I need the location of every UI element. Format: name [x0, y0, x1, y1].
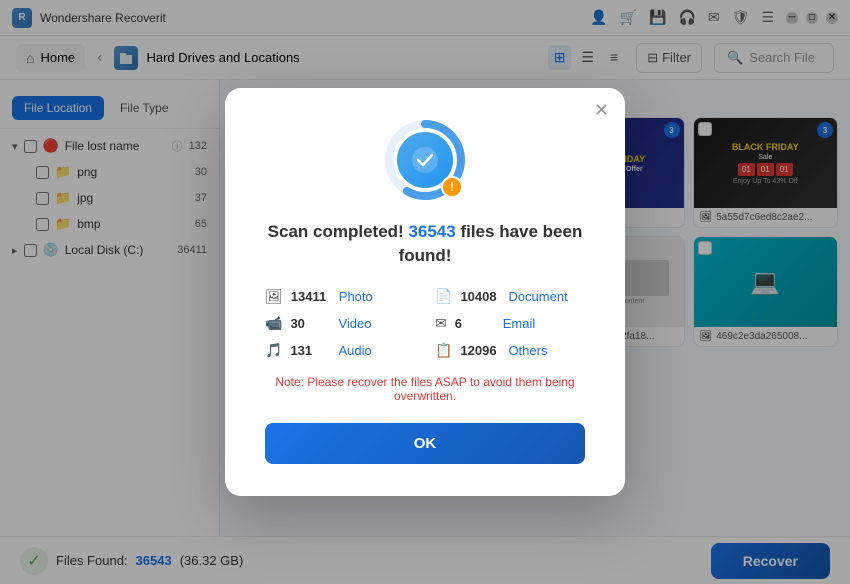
- stat-video-num: 30: [290, 316, 330, 331]
- stat-audio-link[interactable]: Audio: [338, 343, 371, 358]
- stat-video-icon: 📹: [265, 315, 282, 332]
- stat-photo-num: 13411: [291, 289, 331, 304]
- stat-audio-num: 131: [290, 343, 330, 358]
- modal-stats: 🖼 13411 Photo 📄 10408 Document 📹 30 Vide…: [265, 288, 585, 359]
- modal-close-button[interactable]: ✕: [594, 100, 609, 121]
- stat-video-link[interactable]: Video: [338, 316, 371, 331]
- stat-email-link[interactable]: Email: [503, 316, 536, 331]
- scan-complete-modal: ✕ ! Scan com: [225, 88, 625, 496]
- modal-icon-wrapper: !: [385, 120, 465, 200]
- modal-note: Note: Please recover the files ASAP to a…: [265, 375, 585, 403]
- stat-others-row: 📋 12096 Others: [435, 342, 585, 359]
- stat-audio-row: 🎵 131 Audio: [265, 342, 415, 359]
- stat-photo-icon: 🖼: [265, 288, 283, 305]
- stat-document-num: 10408: [460, 289, 500, 304]
- stat-email-row: ✉ 6 Email: [435, 315, 585, 332]
- stat-others-icon: 📋: [435, 342, 452, 359]
- stat-document-link[interactable]: Document: [508, 289, 567, 304]
- stat-video-row: 📹 30 Video: [265, 315, 415, 332]
- stat-others-num: 12096: [460, 343, 500, 358]
- stat-email-icon: ✉: [435, 315, 447, 332]
- modal-title: Scan completed! 36543 files have been fo…: [265, 220, 585, 268]
- stat-audio-icon: 🎵: [265, 342, 282, 359]
- stat-document-icon: 📄: [435, 288, 452, 305]
- modal-title-static: Scan completed!: [268, 222, 404, 241]
- stat-photo-link[interactable]: Photo: [339, 289, 373, 304]
- modal-overlay: ✕ ! Scan com: [0, 0, 850, 584]
- stat-others-link[interactable]: Others: [508, 343, 547, 358]
- checkmark-icon: [411, 146, 439, 174]
- stat-photo-row: 🖼 13411 Photo: [265, 288, 415, 305]
- modal-icon-area: !: [265, 120, 585, 200]
- stat-email-num: 6: [455, 316, 495, 331]
- modal-ok-button[interactable]: OK: [265, 423, 585, 464]
- stat-document-row: 📄 10408 Document: [435, 288, 585, 305]
- modal-files-count: 36543: [408, 222, 455, 241]
